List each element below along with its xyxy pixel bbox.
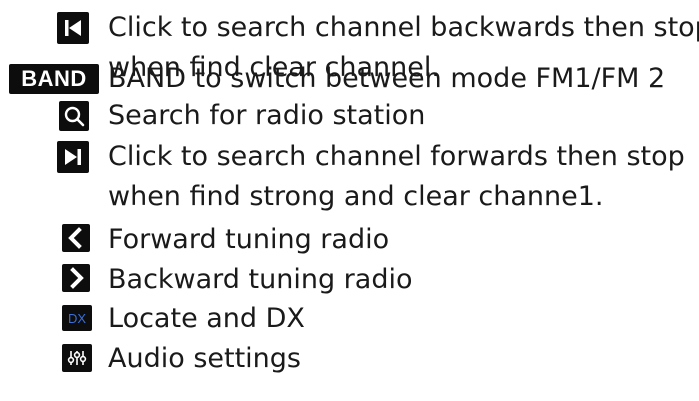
forward-tuning-description: Forward tuning radio <box>108 224 390 255</box>
search-icon <box>59 101 89 131</box>
band-icon: BAND <box>9 64 99 94</box>
skip-back-icon <box>57 12 89 44</box>
skip-forward-description-line1: Click to search channel forwards then st… <box>108 141 685 172</box>
audio-settings-description: Audio settings <box>108 343 301 374</box>
backward-tuning-description: Backward tuning radio <box>108 264 413 295</box>
equalizer-icon <box>62 344 92 372</box>
dx-icon: DX <box>62 305 92 331</box>
search-description: Search for radio station <box>108 100 426 131</box>
skip-forward-description-line2: when find strong and clear channe1. <box>108 181 604 212</box>
skip-back-description-line1: Click to search channel backwards then s… <box>108 12 699 43</box>
locate-dx-description: Locate and DX <box>108 303 305 334</box>
band-description: BAND to switch between mode FM1/FM 2 <box>108 63 666 94</box>
skip-forward-icon <box>57 141 89 173</box>
chevron-left-icon <box>62 224 90 252</box>
chevron-right-icon <box>62 264 90 292</box>
radio-controls-legend: Click to search channel backwards then s… <box>0 0 699 401</box>
